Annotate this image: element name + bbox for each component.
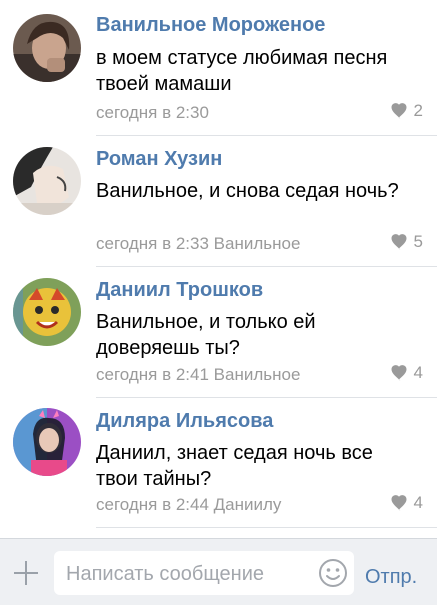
comment-author[interactable]: Даниил Трошков xyxy=(96,279,263,302)
message-input-placeholder: Написать сообщение xyxy=(66,563,265,585)
avatar[interactable] xyxy=(13,147,81,215)
plus-icon xyxy=(14,561,38,585)
comment-text: Ванильное, и снова седая ночь? xyxy=(96,180,399,202)
message-input[interactable]: Написать сообщение xyxy=(54,551,354,595)
comment-author[interactable]: Ванильное Мороженое xyxy=(96,14,325,37)
like-count: 5 xyxy=(413,232,423,251)
divider xyxy=(96,135,437,136)
avatar[interactable] xyxy=(13,14,81,82)
divider xyxy=(96,397,437,398)
heart-icon xyxy=(391,495,407,511)
avatar[interactable] xyxy=(13,408,81,476)
comment-meta: сегодня в 2:33 Ванильное xyxy=(96,234,301,253)
comment-author[interactable]: Диляра Ильясова xyxy=(96,410,273,433)
send-button[interactable]: Отпр. xyxy=(365,566,417,589)
comment-text: Ванильное, и только ей доверяешь ты? xyxy=(96,311,316,359)
divider xyxy=(96,266,437,267)
avatar-photo xyxy=(13,408,81,476)
message-composer: Написать сообщение Отпр. xyxy=(0,538,437,605)
avatar-photo xyxy=(13,14,81,82)
like-button[interactable]: 4 xyxy=(390,363,423,383)
like-count: 2 xyxy=(413,101,423,120)
comment-text: Даниил, знает седая ночь все твои тайны? xyxy=(96,442,373,490)
divider xyxy=(96,527,437,528)
attach-button[interactable] xyxy=(12,559,40,587)
smile-icon xyxy=(319,559,347,587)
heart-icon xyxy=(391,103,407,119)
comment-meta: сегодня в 2:41 Ванильное xyxy=(96,365,301,384)
emoji-button[interactable] xyxy=(318,558,348,588)
comments-list: Ванильное Мороженое в моем статусе любим… xyxy=(0,0,437,537)
avatar-photo xyxy=(13,147,81,215)
like-button[interactable]: 5 xyxy=(390,232,423,252)
comment-meta: сегодня в 2:30 xyxy=(96,103,209,122)
like-count: 4 xyxy=(413,363,423,382)
heart-icon xyxy=(391,234,407,250)
avatar[interactable] xyxy=(13,278,81,346)
heart-icon xyxy=(391,365,407,381)
like-button[interactable]: 2 xyxy=(390,101,423,121)
like-count: 4 xyxy=(413,493,423,512)
comment-author[interactable]: Роман Хузин xyxy=(96,148,222,171)
avatar-photo xyxy=(13,278,81,346)
comment-text: в моем статусе любимая песня твоей мамаш… xyxy=(96,47,388,95)
comment-meta: сегодня в 2:44 Даниилу xyxy=(96,495,282,514)
like-button[interactable]: 4 xyxy=(390,493,423,513)
